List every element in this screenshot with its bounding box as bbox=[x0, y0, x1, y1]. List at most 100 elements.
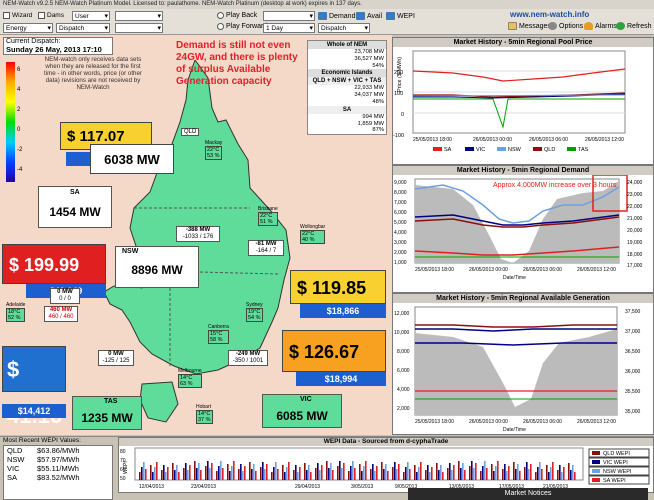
canberra-station[interactable]: Canberra 15°C 58 % bbox=[208, 324, 229, 344]
nsw-price-box[interactable]: $ 119.85 bbox=[290, 270, 386, 304]
adelaide-station[interactable]: Adelaide 18°C 52 % bbox=[6, 302, 26, 322]
murraylink-flow[interactable]: 0 MW 0 / 0 bbox=[50, 288, 80, 304]
avail-button[interactable]: Avail bbox=[356, 12, 382, 20]
murraylink-mw: 0 MW bbox=[57, 289, 73, 295]
wepi-bar bbox=[277, 469, 279, 480]
wepi-bar bbox=[385, 464, 387, 480]
refresh-button[interactable]: Refresh bbox=[616, 22, 652, 30]
station-humidity: 58 % bbox=[210, 337, 223, 343]
current-dispatch-box: Current Dispatch: Sunday 26 May, 2013 17… bbox=[3, 37, 113, 55]
messages-button[interactable]: Messages bbox=[508, 22, 551, 30]
dispatch-combo[interactable]: Dispatch bbox=[56, 23, 110, 33]
play-back-radio[interactable]: Play Back bbox=[217, 12, 257, 19]
basslink-flow[interactable]: 0 MW -125 / 125 bbox=[98, 350, 134, 366]
energy-combo[interactable]: Energy bbox=[3, 23, 53, 33]
price-history-panel[interactable]: Market History - 5min Regional Pool Pric… bbox=[392, 37, 654, 165]
wepi-bar bbox=[185, 463, 187, 480]
options-button[interactable]: Options bbox=[548, 22, 583, 30]
wepi-bar bbox=[317, 463, 319, 480]
wollongbar-station[interactable]: Wollongbar 22°C 40 % bbox=[300, 224, 326, 244]
vic-price-box[interactable]: $ 126.67 bbox=[282, 330, 386, 372]
dams-checkbox[interactable]: Dams bbox=[38, 12, 64, 19]
wepi-bar bbox=[339, 461, 341, 480]
y2-tick: 24,000 bbox=[627, 180, 643, 186]
x-tick: 23/04/2013 bbox=[191, 484, 216, 490]
legend-vic: VIC bbox=[476, 147, 485, 153]
x-tick: 26/05/2013 06:00 bbox=[523, 267, 562, 273]
basslink-mw: 0 MW bbox=[108, 351, 124, 357]
vic-wepi: $18,994 bbox=[296, 372, 386, 386]
wepi-bar bbox=[282, 465, 284, 480]
wepi-bar bbox=[343, 463, 345, 480]
melbourne-station[interactable]: Melbourne 14°C 63 % bbox=[178, 368, 202, 388]
wepi-bar bbox=[174, 470, 176, 480]
heywood-flow[interactable]: 460 MW 460 / 460 bbox=[44, 306, 78, 322]
vic-nsw-flow[interactable]: -249 MW -350 / 1001 bbox=[228, 350, 268, 366]
directlink-flow[interactable]: -81 MW -164 / 7 bbox=[248, 240, 284, 256]
y2-tick: 37,500 bbox=[625, 309, 641, 315]
user-combo[interactable]: User bbox=[72, 11, 110, 21]
nem-row: 22,933 MW bbox=[354, 85, 384, 92]
period-combo-top[interactable] bbox=[263, 11, 315, 21]
legend-tick: 2 bbox=[17, 107, 21, 113]
wizard-checkbox[interactable]: Wizard bbox=[3, 12, 32, 19]
wepi-button[interactable]: WEPI bbox=[386, 12, 415, 20]
period-combo[interactable]: 1 Day bbox=[263, 23, 315, 33]
view-combo-2[interactable] bbox=[115, 23, 163, 33]
currency-symbol: $ bbox=[289, 342, 300, 362]
alarms-button[interactable]: Alarms bbox=[584, 22, 617, 30]
market-notices-button[interactable]: Market Notices bbox=[408, 488, 648, 500]
demand-history-panel[interactable]: Market History - 5min Regional Demand Ap… bbox=[392, 165, 654, 293]
wepi-bar bbox=[484, 461, 486, 480]
legend-tick: 4 bbox=[17, 87, 21, 93]
y2-tick: 23,000 bbox=[627, 192, 643, 198]
qni-flow[interactable]: -388 MW -1033 / 176 bbox=[176, 226, 220, 242]
availgen-history-panel[interactable]: Market History - 5min Regional Available… bbox=[392, 293, 654, 435]
brand-link[interactable]: www.nem-watch.info bbox=[510, 10, 589, 19]
wepi-bar bbox=[387, 471, 389, 480]
play-forward-radio[interactable]: Play Forward bbox=[217, 23, 267, 30]
view-combo[interactable] bbox=[115, 11, 163, 21]
sydney-station[interactable]: Sydney 19°C 54 % bbox=[246, 302, 263, 322]
hobart-station[interactable]: Hobart 14°C 37 % bbox=[196, 404, 213, 424]
y-tick: 2,000 bbox=[394, 250, 407, 256]
envelope-icon bbox=[508, 22, 517, 30]
x-tick: 26/05/2013 00:00 bbox=[473, 137, 512, 143]
wepi-bar bbox=[535, 472, 537, 480]
island-sa-header: SA bbox=[308, 105, 386, 114]
wepi-bar bbox=[354, 468, 356, 480]
qld-price: 117.07 bbox=[79, 128, 125, 145]
wepi-bar bbox=[295, 465, 297, 480]
wepi-bar bbox=[541, 469, 543, 480]
station-name: Hobart bbox=[196, 404, 212, 410]
wepi-bar bbox=[315, 468, 317, 480]
x-axis-label: Date/Time bbox=[503, 427, 526, 433]
tas-price-box[interactable]: $ 41.16 bbox=[2, 346, 66, 428]
y-tick: 7,000 bbox=[394, 200, 407, 206]
demand-button[interactable]: Demand bbox=[318, 12, 355, 20]
brisbane-station[interactable]: Brisbane 22°C 51 % bbox=[258, 206, 278, 226]
x-tick: 3/05/2013 bbox=[351, 484, 373, 490]
wepi-chart-panel[interactable]: WEPI Data - Sourced from d-cyphaTrade 80… bbox=[118, 437, 654, 493]
bell-icon bbox=[584, 22, 593, 30]
wepi-bar bbox=[229, 471, 231, 480]
wepi-bar bbox=[469, 466, 471, 480]
refresh-icon bbox=[616, 22, 625, 30]
wepi-bar bbox=[502, 469, 504, 480]
y-tick: 12,000 bbox=[394, 311, 410, 317]
wepi-bar bbox=[405, 467, 407, 480]
wepi-bar bbox=[524, 467, 526, 480]
dispatch-period-combo[interactable]: Dispatch bbox=[318, 23, 370, 33]
mackay-station[interactable]: Mackay 22°C 53 % bbox=[205, 140, 223, 160]
wepi-bar bbox=[255, 471, 257, 480]
sa-price-box[interactable]: $ 199.99 bbox=[2, 244, 106, 284]
wepi-bar bbox=[392, 467, 394, 480]
wepi-bar bbox=[497, 461, 499, 480]
wepi-bar bbox=[319, 470, 321, 480]
wepi-bar bbox=[337, 466, 339, 480]
wepi-bar bbox=[205, 466, 207, 480]
wepi-bar bbox=[240, 464, 242, 480]
nem-summary-table: Whole of NEM 23,708 MW 36,527 MW 54% Eco… bbox=[307, 40, 387, 136]
wepi-bar bbox=[431, 467, 433, 480]
wepi-bar bbox=[508, 466, 510, 480]
